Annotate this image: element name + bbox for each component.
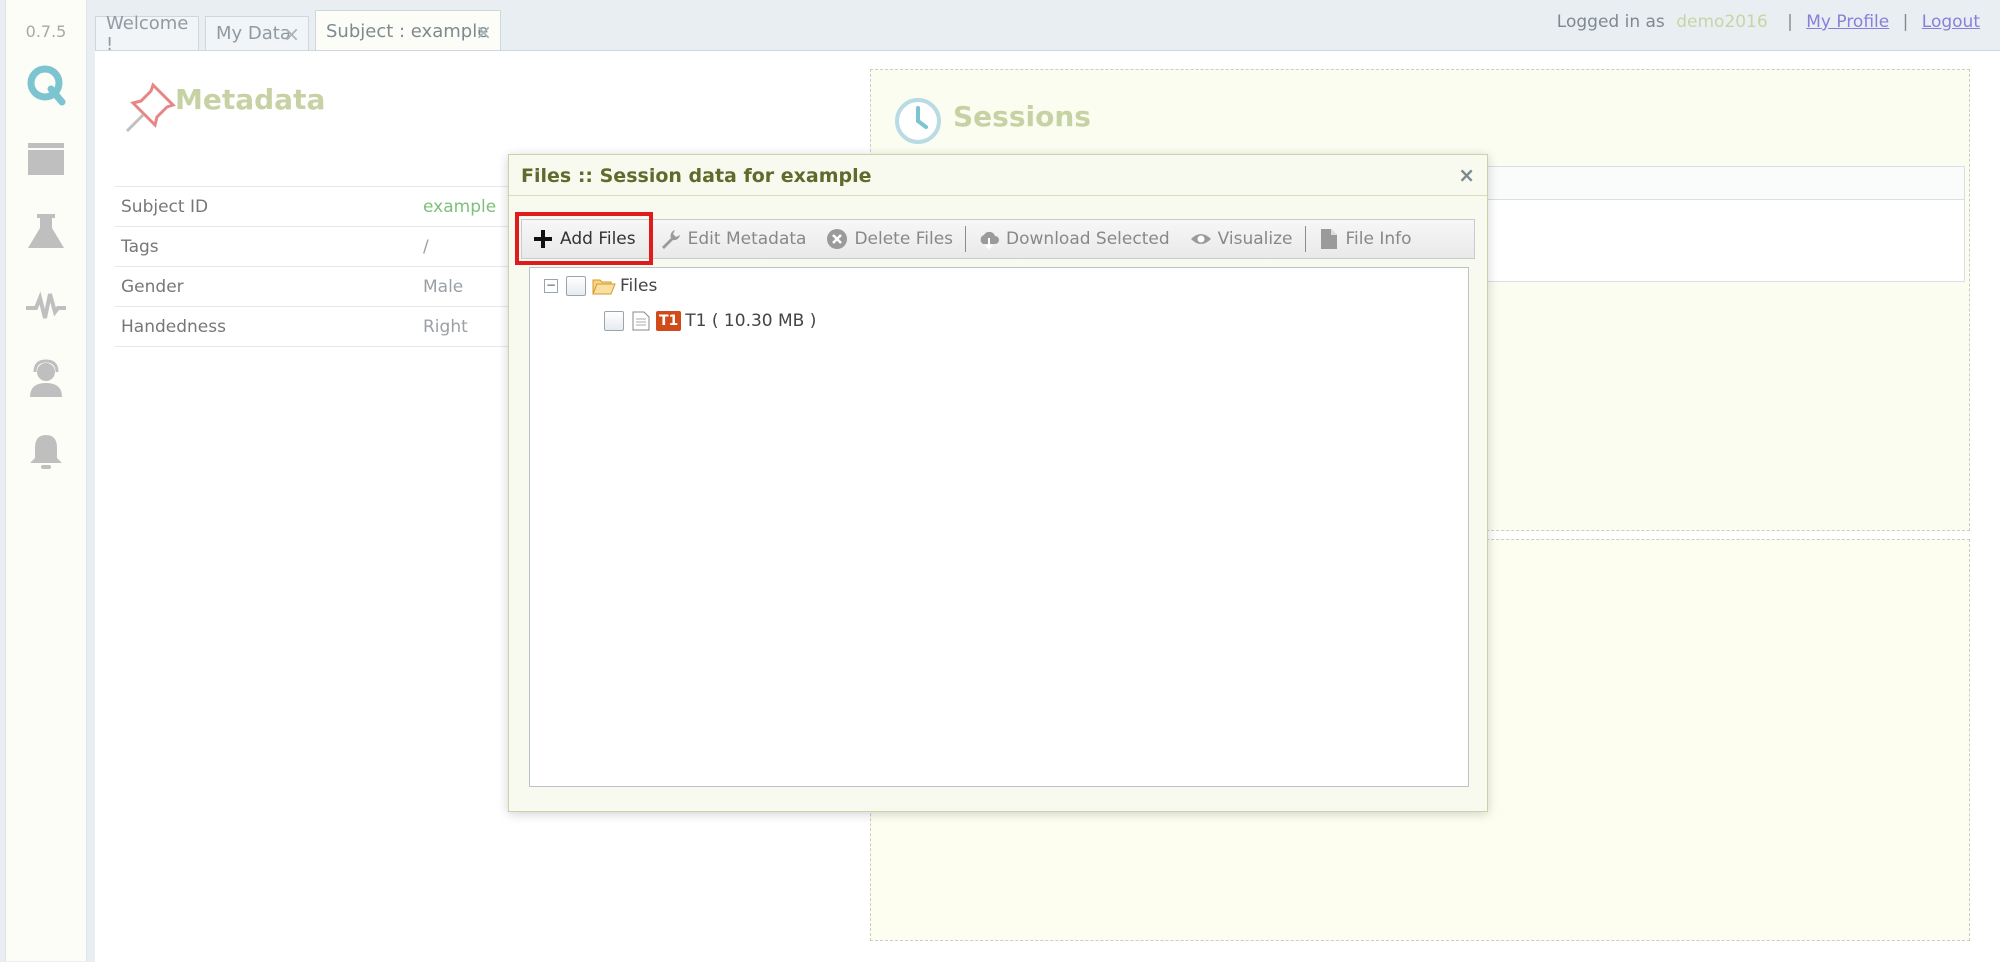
separator: | (1787, 12, 1793, 32)
close-icon[interactable]: × (1458, 163, 1475, 187)
tab-label: My Data (216, 23, 291, 44)
close-tab-icon[interactable]: × (283, 22, 300, 46)
wrench-icon (661, 230, 680, 249)
user-bar: Logged in as demo2016 | My Profile | Log… (1557, 12, 1980, 32)
logout-link[interactable]: Logout (1922, 12, 1980, 32)
tab-subject-example[interactable]: Subject : example × (315, 10, 501, 52)
tab-label: Welcome ! (106, 12, 189, 55)
tab-welcome[interactable]: Welcome ! (95, 13, 199, 55)
metadata-title: Metadata (175, 83, 326, 116)
tree-root-label[interactable]: Files (620, 276, 657, 296)
meta-key: Tags (115, 226, 417, 267)
meta-key: Handedness (115, 306, 417, 347)
close-tab-icon[interactable]: × (475, 20, 492, 44)
files-toolbar: Add Files Edit Metadata Delete Files Dow… (515, 212, 1475, 265)
button-label: Add Files (560, 229, 636, 249)
folder-open-icon (592, 279, 616, 295)
visualize-button[interactable]: Visualize (1180, 220, 1303, 258)
cloud-download-icon (980, 231, 1000, 250)
button-label: Visualize (1217, 229, 1293, 249)
tree-root-row: − Files (544, 276, 657, 296)
folder-icon[interactable] (22, 135, 70, 183)
file-info-button[interactable]: File Info (1308, 220, 1422, 258)
document-icon (632, 311, 650, 331)
delete-circle-icon (827, 229, 848, 249)
button-label: Download Selected (1006, 229, 1170, 249)
logged-in-label: Logged in as (1556, 12, 1665, 32)
tab-my-data[interactable]: My Data × (205, 16, 309, 50)
pushpin-icon (125, 82, 176, 133)
user-support-icon[interactable] (22, 355, 70, 403)
file-label[interactable]: T1 ( 10.30 MB ) (685, 311, 816, 331)
download-selected-button[interactable]: Download Selected (968, 220, 1180, 258)
q-logo-icon[interactable] (22, 60, 70, 108)
dialog-title: Files :: Session data for example (521, 165, 872, 187)
version-label: 0.7.5 (25, 22, 67, 41)
button-label: Edit Metadata (687, 229, 807, 249)
tab-label: Subject : example (326, 21, 489, 42)
file-tree: − Files T1 T1 ( 10.30 MB ) (529, 267, 1469, 787)
add-files-button[interactable]: Add Files (515, 212, 653, 265)
t1-badge-icon: T1 (656, 311, 682, 331)
file-icon (1320, 229, 1337, 249)
sessions-title: Sessions (953, 100, 1091, 133)
plus-icon (534, 230, 552, 248)
edit-metadata-button[interactable]: Edit Metadata (650, 220, 817, 258)
bell-icon[interactable] (22, 428, 70, 476)
my-profile-link[interactable]: My Profile (1806, 12, 1889, 32)
pulse-icon[interactable] (22, 282, 70, 330)
username: demo2016 (1676, 12, 1768, 32)
button-label: Delete Files (854, 229, 954, 249)
flask-icon[interactable] (22, 208, 70, 256)
delete-files-button[interactable]: Delete Files (816, 220, 963, 258)
clock-icon (895, 98, 941, 144)
file-checkbox[interactable] (604, 311, 624, 331)
eye-icon (1190, 234, 1211, 244)
tree-file-row[interactable]: T1 T1 ( 10.30 MB ) (604, 311, 816, 331)
meta-key: Gender (115, 266, 417, 307)
separator: | (1902, 12, 1909, 32)
root-checkbox[interactable] (566, 276, 586, 296)
meta-key: Subject ID (115, 186, 417, 227)
button-label: File Info (1345, 229, 1412, 249)
left-nav-bar: 0.7.5 (5, 0, 87, 961)
files-dialog: Files :: Session data for example × Add … (508, 154, 1488, 812)
collapse-icon[interactable]: − (544, 279, 558, 293)
